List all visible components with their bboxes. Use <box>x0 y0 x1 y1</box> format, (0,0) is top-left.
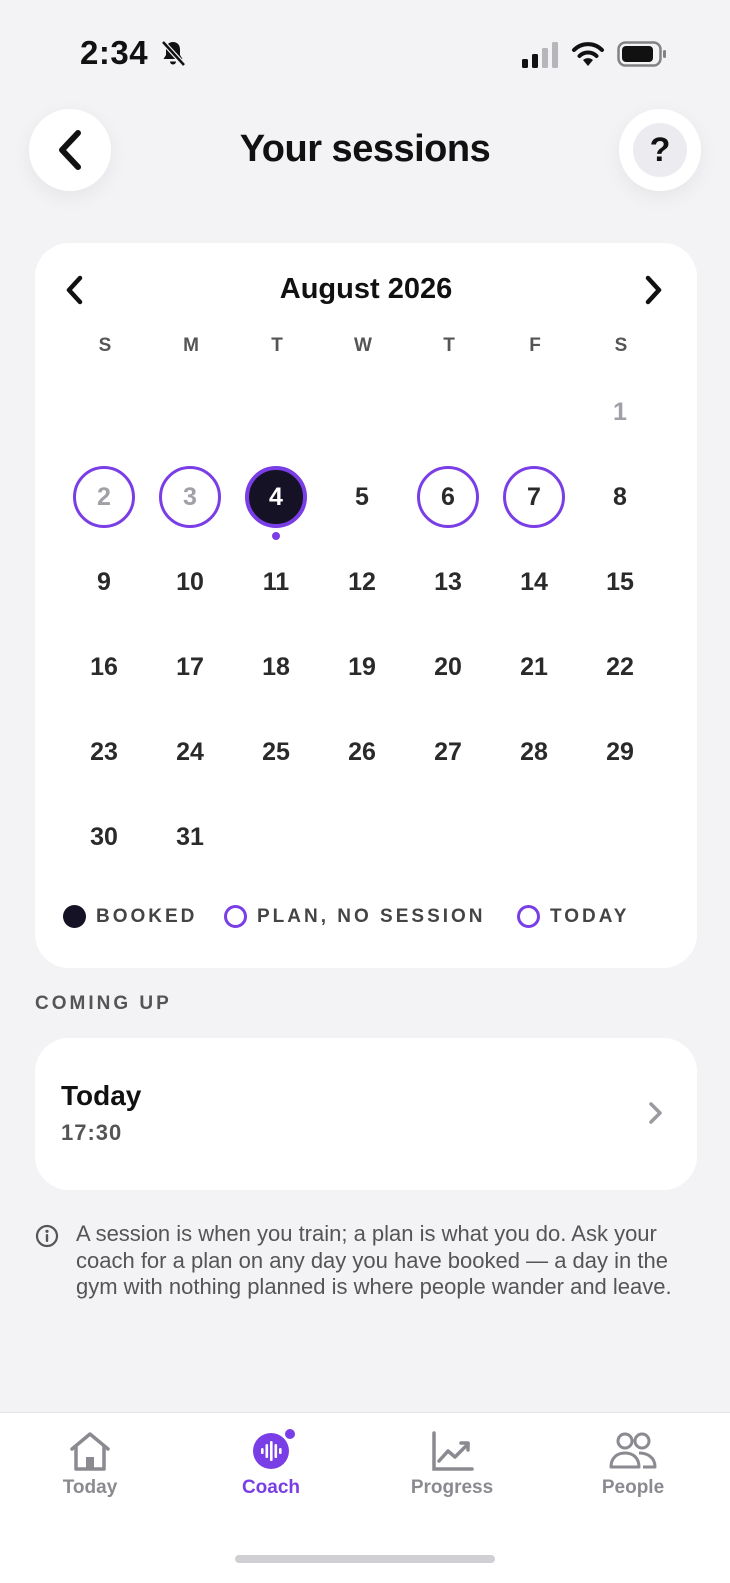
calendar-day[interactable]: 28 <box>503 721 565 783</box>
booked-dot-icon <box>63 905 86 928</box>
calendar-day[interactable]: 8 <box>589 466 651 528</box>
calendar-day[interactable]: 30 <box>73 806 135 868</box>
next-month-button[interactable] <box>638 273 668 307</box>
weekday-label: T <box>271 335 283 356</box>
home-indicator <box>235 1555 495 1563</box>
calendar-day[interactable]: 5 <box>331 466 393 528</box>
calendar-card: August 2026 S M T W T F S 1 2 3 4 5 6 7 8 9 10 11 1… <box>35 243 697 968</box>
tab-coach-label: Coach <box>241 1477 301 1498</box>
status-time: 2:34 <box>80 34 149 71</box>
session-time: 17:30 <box>61 1120 123 1145</box>
weekday-label: T <box>443 335 455 356</box>
calendar-day[interactable]: 23 <box>73 721 135 783</box>
legend-booked-label: BOOKED <box>96 905 198 927</box>
question-mark-icon: ? <box>633 123 687 177</box>
calendar-day[interactable]: 3 <box>159 466 221 528</box>
tab-today[interactable]: Today <box>10 1429 170 1509</box>
calendar-day[interactable]: 20 <box>417 636 479 698</box>
calendar-day[interactable]: 21 <box>503 636 565 698</box>
weekday-label: F <box>529 335 541 356</box>
calendar-day[interactable]: 11 <box>245 551 307 613</box>
calendar-day[interactable]: 9 <box>73 551 135 613</box>
session-card[interactable]: Today 17:30 <box>35 1038 697 1190</box>
calendar-day[interactable]: 4 <box>245 466 307 528</box>
calendar-day[interactable]: 24 <box>159 721 221 783</box>
battery-icon <box>617 41 666 67</box>
calendar-day[interactable]: 7 <box>503 466 565 528</box>
plan-ring-icon <box>224 905 247 928</box>
weekday-label: W <box>354 335 372 356</box>
legend-plan-label: PLAN, NO SESSION <box>257 905 486 927</box>
calendar-day[interactable]: 2 <box>73 466 135 528</box>
tab-today-label: Today <box>62 1477 118 1498</box>
tab-progress[interactable]: Progress <box>372 1429 532 1509</box>
people-icon <box>609 1432 657 1469</box>
calendar-day[interactable]: 27 <box>417 721 479 783</box>
month-title: August 2026 <box>279 273 453 305</box>
calendar-day[interactable]: 25 <box>245 721 307 783</box>
session-day: Today <box>61 1080 142 1111</box>
calendar-day[interactable]: 29 <box>589 721 651 783</box>
cellular-signal-icon <box>522 42 558 68</box>
today-indicator-dot <box>272 532 280 540</box>
help-button[interactable]: ? <box>619 109 701 191</box>
calendar-day[interactable]: 1 <box>589 381 651 443</box>
tab-progress-label: Progress <box>410 1477 494 1498</box>
calendar-day[interactable]: 31 <box>159 806 221 868</box>
tab-coach[interactable]: Coach <box>191 1427 351 1509</box>
home-icon <box>70 1432 110 1471</box>
info-icon <box>35 1224 59 1248</box>
calendar-day[interactable]: 10 <box>159 551 221 613</box>
calendar-day[interactable]: 18 <box>245 636 307 698</box>
calendar-day[interactable]: 13 <box>417 551 479 613</box>
chevron-right-icon <box>649 1102 662 1124</box>
calendar-day[interactable]: 14 <box>503 551 565 613</box>
status-bar: 2:34 <box>0 0 730 100</box>
notification-badge <box>283 1427 297 1441</box>
tab-people-label: People <box>601 1477 665 1498</box>
tab-people[interactable]: People <box>553 1429 713 1509</box>
legend-booked: BOOKED <box>63 905 197 928</box>
chart-icon <box>432 1431 474 1471</box>
calendar-day[interactable]: 6 <box>417 466 479 528</box>
info-text: A session is when you train; a plan is w… <box>76 1221 672 1299</box>
legend-today-label: TODAY <box>550 905 630 927</box>
calendar-day[interactable]: 12 <box>331 551 393 613</box>
weekday-label: S <box>98 335 112 356</box>
calendar-day[interactable]: 15 <box>589 551 651 613</box>
today-ring-icon <box>517 905 540 928</box>
calendar-day[interactable]: 19 <box>331 636 393 698</box>
calendar-day[interactable]: 26 <box>331 721 393 783</box>
weekday-label: S <box>614 335 628 356</box>
legend-today: TODAY <box>517 905 629 928</box>
calendar-day[interactable]: 16 <box>73 636 135 698</box>
weekday-label: M <box>183 335 199 356</box>
legend-plan-no-session: PLAN, NO SESSION <box>224 905 486 928</box>
wifi-icon <box>572 42 604 66</box>
calendar-day[interactable]: 22 <box>589 636 651 698</box>
coming-up-label: COMING UP <box>35 993 172 1014</box>
bell-muted-icon <box>161 40 186 67</box>
calendar-day[interactable]: 17 <box>159 636 221 698</box>
